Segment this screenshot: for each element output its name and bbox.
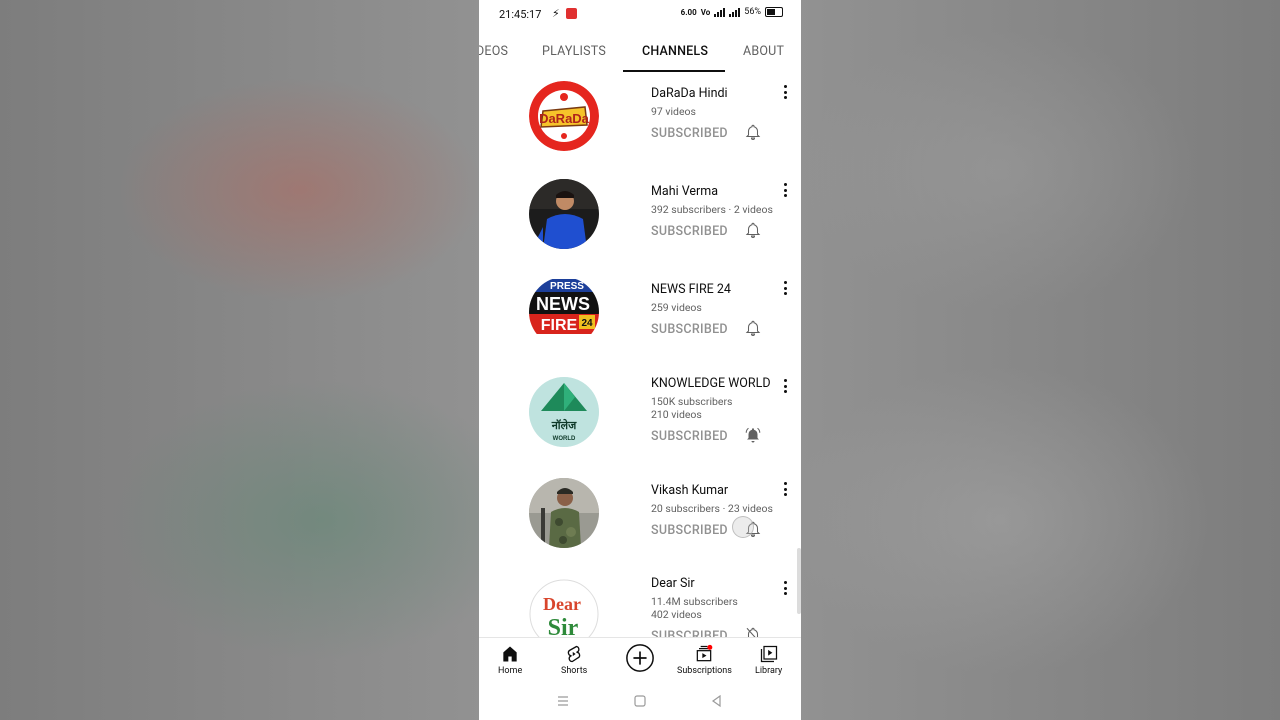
home-icon <box>503 646 517 662</box>
more-options-icon[interactable] <box>782 183 788 197</box>
more-options-icon[interactable] <box>782 482 788 496</box>
svg-text:PRESS: PRESS <box>550 281 584 292</box>
channel-name[interactable]: Dear Sir <box>651 576 695 591</box>
nav-shorts-label: Shorts <box>561 666 588 676</box>
touch-indicator <box>732 516 754 538</box>
plus-circle-icon <box>626 644 654 672</box>
more-options-icon[interactable] <box>782 581 788 595</box>
tab-videos[interactable]: DEOS <box>479 44 508 59</box>
library-icon <box>760 645 777 663</box>
clock: 21:45:17 <box>499 8 542 21</box>
bell-icon[interactable] <box>744 319 762 337</box>
subscribed-button[interactable]: SUBSCRIBED <box>651 523 728 538</box>
channel-subscribers: 11.4M subscribers <box>651 595 738 608</box>
phone-screen: 21:45:17 ⚡ 6.00 Vo 56% DEOS PLAYLISTS CH… <box>479 0 801 720</box>
bottom-navigation: Home Shorts Subscriptions Library <box>479 637 801 684</box>
tab-channels[interactable]: CHANNELS <box>642 44 708 59</box>
person-photo <box>529 478 599 548</box>
svg-text:नॉलेज: नॉलेज <box>551 418 577 432</box>
svg-text:24: 24 <box>581 318 593 329</box>
channel-avatar[interactable]: DaRaDa <box>529 81 599 151</box>
channel-avatar[interactable]: PRESS NEWS FIRE 24 <box>529 277 599 347</box>
svg-text:FIRE: FIRE <box>541 317 578 334</box>
news-fire-logo: PRESS NEWS FIRE 24 <box>529 277 599 347</box>
subscribed-button[interactable]: SUBSCRIBED <box>651 126 728 141</box>
back-icon[interactable] <box>709 693 725 709</box>
subscriptions-icon <box>697 644 713 662</box>
shorts-icon <box>567 645 581 663</box>
svg-text:DaRaDa: DaRaDa <box>539 111 590 126</box>
scrollbar[interactable] <box>797 548 801 614</box>
channel-tabs: DEOS PLAYLISTS CHANNELS ABOUT <box>479 34 801 72</box>
volte-icon: Vo <box>700 7 711 17</box>
status-bar: 21:45:17 ⚡ 6.00 Vo 56% <box>479 0 801 30</box>
bell-icon[interactable] <box>744 123 762 141</box>
nav-home[interactable]: Home <box>498 644 522 676</box>
knowledge-world-logo: नॉलेज WORLD <box>529 377 599 447</box>
channel-video-count: 210 videos <box>651 408 702 421</box>
channel-avatar[interactable] <box>529 179 599 249</box>
nav-library-label: Library <box>755 666 783 676</box>
battery-icon <box>765 7 783 17</box>
channel-subscribers: 150K subscribers <box>651 395 733 408</box>
channel-name[interactable]: Mahi Verma <box>651 184 718 199</box>
status-icons: 6.00 Vo 56% <box>681 7 783 17</box>
more-options-icon[interactable] <box>782 85 788 99</box>
recording-app-icon <box>566 8 577 19</box>
network-speed: 6.00 <box>680 7 697 17</box>
tab-playlists[interactable]: PLAYLISTS <box>542 44 606 59</box>
home-square-icon[interactable] <box>632 693 648 709</box>
battery-percent: 56% <box>744 7 761 17</box>
bell-ringing-icon[interactable] <box>744 426 762 444</box>
nav-subscriptions-label: Subscriptions <box>677 666 732 676</box>
lightning-icon: ⚡ <box>552 7 560 20</box>
channel-name[interactable]: Vikash Kumar <box>651 483 728 498</box>
channel-meta: 97 videos <box>651 105 696 118</box>
nav-home-label: Home <box>498 666 523 676</box>
nav-shorts[interactable]: Shorts <box>561 644 587 676</box>
subscribed-button[interactable]: SUBSCRIBED <box>651 429 728 444</box>
svg-text:NEWS: NEWS <box>536 294 590 314</box>
nav-subscriptions[interactable]: Subscriptions <box>677 644 732 676</box>
create-button[interactable] <box>625 643 655 673</box>
signal-icon-2 <box>729 7 741 17</box>
tab-about[interactable]: ABOUT <box>743 44 784 59</box>
channel-avatar[interactable] <box>529 478 599 548</box>
channel-video-count: 402 videos <box>651 608 702 621</box>
menu-icon[interactable] <box>555 693 571 709</box>
active-tab-indicator <box>623 70 725 72</box>
subscribed-button[interactable]: SUBSCRIBED <box>651 224 728 239</box>
darada-logo: DaRaDa <box>529 81 599 151</box>
channel-meta: 259 videos <box>651 301 702 314</box>
more-options-icon[interactable] <box>782 379 788 393</box>
signal-icon <box>714 7 726 17</box>
system-navigation-bar <box>479 683 801 720</box>
channel-avatar[interactable]: नॉलेज WORLD <box>529 377 599 447</box>
subscribed-button[interactable]: SUBSCRIBED <box>651 322 728 337</box>
bell-icon[interactable] <box>744 221 762 239</box>
channel-meta: 392 subscribers · 2 videos <box>651 203 773 216</box>
channel-meta: 20 subscribers · 23 videos <box>651 502 773 515</box>
more-options-icon[interactable] <box>782 281 788 295</box>
svg-text:Dear: Dear <box>543 594 581 614</box>
channel-name[interactable]: KNOWLEDGE WORLD <box>651 376 771 391</box>
person-photo <box>529 179 599 249</box>
svg-text:WORLD: WORLD <box>553 436 576 442</box>
nav-library[interactable]: Library <box>755 644 782 676</box>
channel-name[interactable]: DaRaDa Hindi <box>651 86 728 101</box>
channel-name[interactable]: NEWS FIRE 24 <box>651 282 731 297</box>
